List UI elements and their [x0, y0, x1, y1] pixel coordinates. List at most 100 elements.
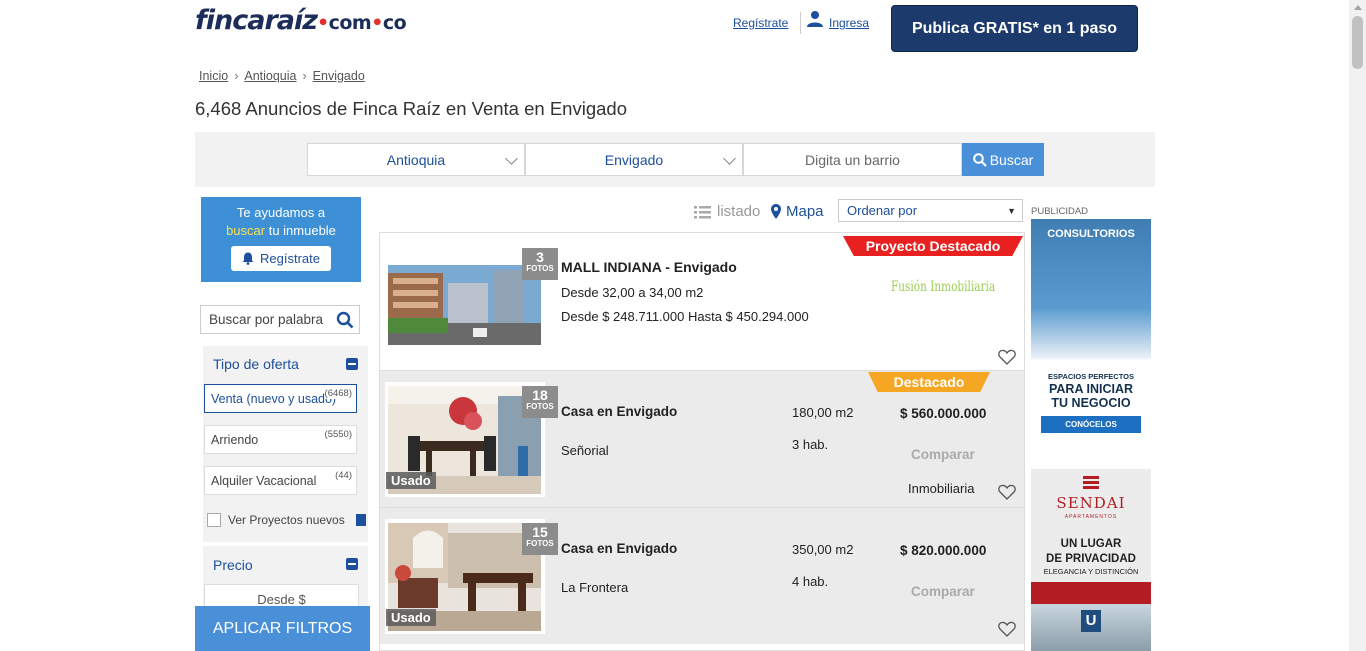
- ad2-sub: APARTAMENTOS: [1064, 514, 1118, 520]
- ad1-title: CONSULTORIOS: [1047, 228, 1135, 240]
- listing-rooms: 4 hab.: [792, 574, 829, 589]
- map-pin-icon: [771, 204, 781, 219]
- photo-count-badge: 15 FOTOS: [522, 523, 558, 555]
- city-select[interactable]: Envigado: [525, 143, 743, 176]
- list-view-toggle[interactable]: listado: [694, 203, 760, 220]
- sendai-logo-icon: [1083, 476, 1099, 489]
- word-search-input[interactable]: Buscar por palabra: [200, 305, 360, 334]
- ad2-line2: DE PRIVACIDAD: [1046, 553, 1136, 565]
- condition-badge: Usado: [386, 472, 436, 489]
- offer-option-alquiler-vacacional[interactable]: Alquiler Vacacional (44): [204, 466, 357, 495]
- photo-count-label: FOTOS: [526, 402, 554, 411]
- collapse-minus-icon[interactable]: [346, 358, 358, 370]
- search-button-label: Buscar: [989, 151, 1034, 168]
- listing-area: 180,00 m2: [792, 405, 854, 420]
- new-projects-checkbox[interactable]: [207, 513, 221, 527]
- logo-dot-icon: •: [316, 12, 329, 34]
- favorite-heart-icon[interactable]: [998, 349, 1016, 365]
- breadcrumb-chevron-icon: ›: [234, 69, 239, 83]
- ad2-line1: UN LUGAR: [1060, 538, 1122, 550]
- help-box: Te ayudamos a buscar tu inmueble Regístr…: [201, 197, 361, 282]
- register-link[interactable]: Regístrate: [733, 16, 788, 30]
- breadcrumb-envigado[interactable]: Envigado: [313, 69, 365, 83]
- word-search-placeholder: Buscar por palabra: [209, 312, 324, 327]
- compare-button[interactable]: Comparar: [911, 447, 975, 462]
- listing-title[interactable]: MALL INDIANA - Envigado: [561, 259, 737, 275]
- search-icon[interactable]: [336, 311, 354, 329]
- order-select[interactable]: Ordenar por ▼: [838, 199, 1023, 222]
- ad-banner-sendai[interactable]: SENDAI APARTAMENTOS UN LUGAR DE PRIVACID…: [1031, 469, 1151, 651]
- building-icon: [355, 514, 366, 526]
- help-line1: Te ayudamos a: [236, 205, 326, 220]
- help-register-button[interactable]: Regístrate: [231, 246, 331, 271]
- breadcrumb: Inicio › Antioquia › Envigado: [199, 69, 365, 83]
- photo-count: 18: [532, 387, 548, 403]
- offer-type-filter: Tipo de oferta Venta (nuevo y usado) (64…: [203, 346, 368, 542]
- list-view-label: listado: [717, 203, 761, 220]
- condition-badge: Usado: [386, 609, 436, 626]
- breadcrumb-antioquia[interactable]: Antioquia: [244, 69, 296, 83]
- list-icon: [694, 205, 711, 218]
- new-projects-label: Ver Proyectos nuevos: [228, 513, 345, 527]
- offer-type-heading[interactable]: Tipo de oferta: [213, 356, 299, 372]
- scroll-up-arrow-icon[interactable]: [1354, 5, 1362, 10]
- listing-photo[interactable]: [388, 248, 541, 356]
- favorite-heart-icon[interactable]: [998, 621, 1016, 637]
- listing-photo-frame[interactable]: 18 FOTOS Usado: [385, 382, 558, 497]
- listing-card[interactable]: 18 FOTOS Usado Destacado Casa en Envigad…: [380, 370, 1024, 507]
- offer-option-count: (6468): [324, 388, 352, 399]
- collapse-minus-icon[interactable]: [346, 558, 358, 570]
- listing-neighborhood: Señorial: [561, 443, 609, 458]
- search-bar: Antioquia Envigado Digita un barrio Busc…: [195, 132, 1155, 187]
- apply-filters-button[interactable]: APLICAR FILTROS: [195, 606, 370, 651]
- agency-logo[interactable]: Fusión Inmobiliaria: [891, 279, 995, 295]
- listing-area: 350,00 m2: [792, 542, 854, 557]
- site-logo[interactable]: fincaraíz•com•co: [195, 5, 407, 36]
- offer-option-label: Arriendo: [211, 433, 259, 447]
- help-rest: tu inmueble: [265, 223, 336, 238]
- page-scrollbar[interactable]: [1349, 0, 1366, 651]
- price-heading[interactable]: Precio: [213, 557, 253, 573]
- listing-price-range: Desde $ 248.711.000 Hasta $ 450.294.000: [561, 309, 809, 324]
- user-icon: [807, 11, 823, 27]
- ad2-line3: ELEGANCIA Y DISTINCIÓN: [1043, 567, 1139, 576]
- dropdown-arrow-icon: ▼: [1007, 206, 1016, 216]
- listing-title[interactable]: Casa en Envigado: [561, 541, 677, 556]
- agency-name[interactable]: Inmobiliaria: [908, 481, 974, 496]
- favorite-heart-icon[interactable]: [998, 484, 1016, 500]
- order-select-value: Ordenar por: [847, 203, 918, 218]
- offer-option-venta[interactable]: Venta (nuevo y usado) (6468): [204, 384, 357, 413]
- offer-option-arriendo[interactable]: Arriendo (5550): [204, 425, 357, 454]
- listing-area-range: Desde 32,00 a 34,00 m2: [561, 285, 704, 300]
- breadcrumb-inicio[interactable]: Inicio: [199, 69, 228, 83]
- logo-dom1-text: com: [328, 12, 372, 34]
- listing-photo-frame[interactable]: 3 FOTOS: [385, 244, 558, 359]
- scrollbar-thumb[interactable]: [1352, 16, 1363, 69]
- listings-container: 3 FOTOS Proyecto Destacado MALL INDIANA …: [379, 232, 1025, 651]
- offer-option-label: Venta (nuevo y usado): [211, 392, 337, 406]
- ad1-cta-button[interactable]: CONÓCELOS: [1041, 416, 1141, 433]
- barrio-input[interactable]: Digita un barrio: [743, 143, 962, 176]
- listing-title[interactable]: Casa en Envigado: [561, 404, 677, 419]
- publish-button[interactable]: Publica GRATIS* en 1 paso: [891, 5, 1138, 52]
- photo-count-badge: 3 FOTOS: [522, 248, 558, 280]
- ad-banner-consultorios[interactable]: CONSULTORIOS ESPACIOS PERFECTOS PARA INI…: [1031, 219, 1151, 441]
- department-select[interactable]: Antioquia: [307, 143, 525, 176]
- photo-count-label: FOTOS: [526, 264, 554, 273]
- login-link[interactable]: Ingresa: [829, 16, 869, 30]
- ad2-brand: SENDAI: [1056, 494, 1126, 512]
- advertising-label: PUBLICIDAD: [1031, 206, 1089, 217]
- page: { "header": { "logo_main": "fincaraíz", …: [0, 0, 1366, 651]
- map-view-toggle[interactable]: Mapa: [771, 203, 824, 220]
- compare-button[interactable]: Comparar: [911, 584, 975, 599]
- ad1-line2: PARA INICIAR TU NEGOCIO: [1031, 382, 1151, 410]
- ad1-line2-text: PARA INICIAR: [1048, 382, 1134, 396]
- listing-card[interactable]: 15 FOTOS Usado Casa en Envigado La Front…: [380, 507, 1024, 644]
- ad2-amenities-strip: [1031, 582, 1151, 604]
- ad2-headline: UN LUGAR DE PRIVACIDAD: [1031, 537, 1151, 567]
- new-projects-toggle[interactable]: Ver Proyectos nuevos: [207, 513, 366, 527]
- search-button[interactable]: Buscar: [962, 143, 1044, 176]
- listing-card[interactable]: 3 FOTOS Proyecto Destacado MALL INDIANA …: [380, 233, 1024, 370]
- map-view-label: Mapa: [786, 203, 824, 220]
- listing-photo-frame[interactable]: 15 FOTOS Usado: [385, 519, 558, 634]
